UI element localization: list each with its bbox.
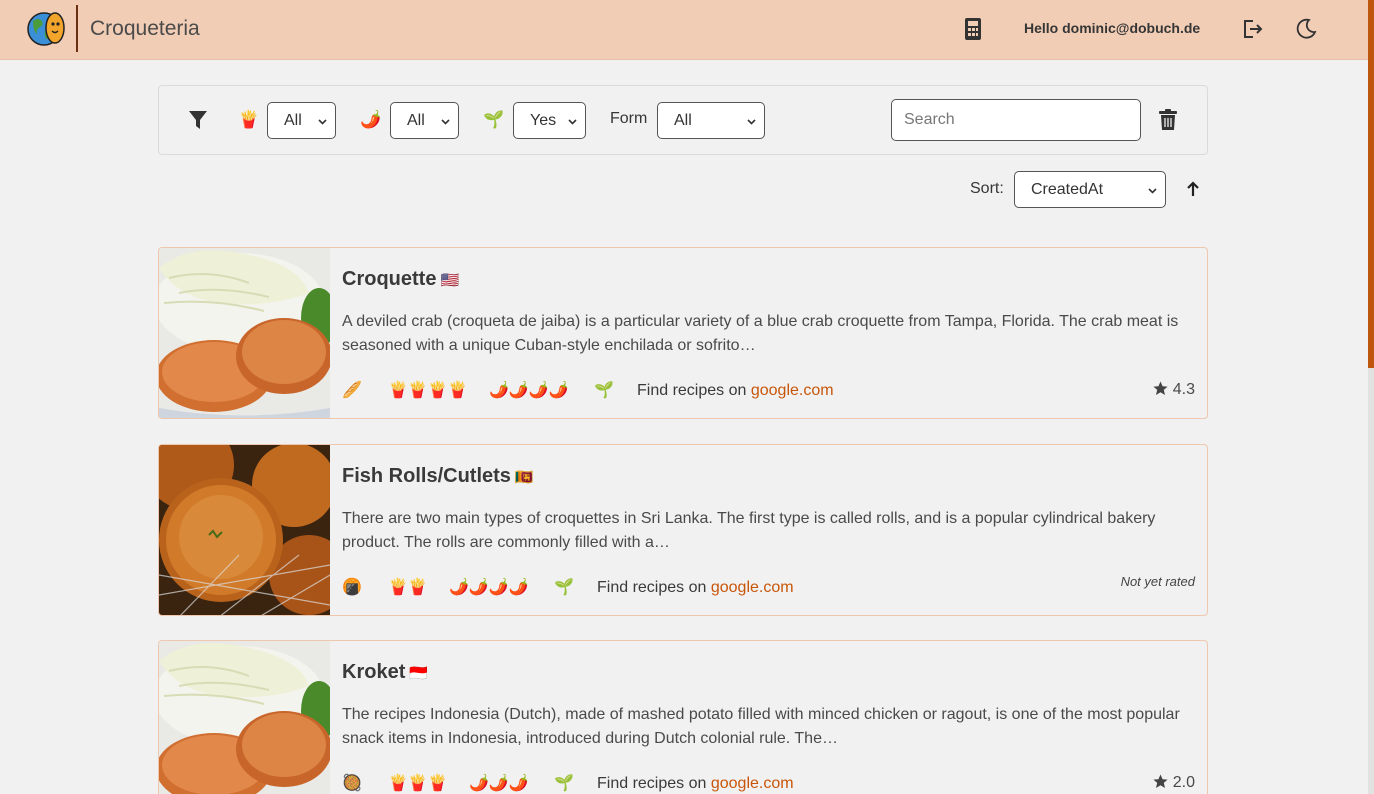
fries-rating: 🍟🍟 xyxy=(388,579,428,596)
spice-rating: 🌶️🌶️🌶️ xyxy=(469,775,529,792)
sort-label: Sort: xyxy=(970,180,1004,197)
veggie-filter-icon: 🌱 xyxy=(483,110,505,129)
rating-value: 4.3 xyxy=(1172,381,1195,398)
brand-divider xyxy=(76,5,78,52)
recipe-prefix: Find recipes on xyxy=(637,382,747,399)
fish-rolls-card[interactable]: Fish Rolls/Cutlets 🇱🇰 There are two main … xyxy=(158,444,1208,616)
recipe-search: Find recipes on google.com xyxy=(597,577,794,599)
dark-mode-moon-icon[interactable] xyxy=(1294,17,1318,41)
card-title[interactable]: Kroket 🇮🇩 xyxy=(342,661,428,684)
not-yet-rated-label: Not yet rated xyxy=(1120,574,1195,589)
indonesia-flag-icon: 🇮🇩 xyxy=(409,665,429,682)
chevron-down-icon xyxy=(318,119,327,125)
card-title-text: Fish Rolls/Cutlets xyxy=(342,465,511,487)
recipe-prefix: Find recipes on xyxy=(597,579,707,596)
croquette-photo xyxy=(159,248,330,418)
veggie-select[interactable]: Yes xyxy=(513,102,586,139)
card-title-text: Kroket xyxy=(342,661,406,683)
spice-select-value: All xyxy=(407,112,425,129)
card-rating: 2.0 xyxy=(1153,774,1195,792)
app-title[interactable]: Croqueteria xyxy=(90,17,200,41)
us-flag-icon: 🇺🇸 xyxy=(440,272,460,289)
globe-logo-icon[interactable] xyxy=(27,11,65,47)
filter-funnel-icon[interactable] xyxy=(188,109,208,131)
card-description: The recipes Indonesia (Dutch), made of m… xyxy=(342,706,1180,747)
search-input[interactable]: Search xyxy=(891,99,1141,141)
veggie-select-value: Yes xyxy=(530,112,557,129)
google-recipe-link[interactable]: google.com xyxy=(711,579,794,596)
chevron-down-icon xyxy=(568,119,577,125)
star-icon xyxy=(1153,774,1168,788)
sort-select-value: CreatedAt xyxy=(1031,181,1104,198)
card-title-text: Croquette xyxy=(342,268,437,290)
chevron-down-icon xyxy=(1148,188,1157,194)
chevron-down-icon xyxy=(441,119,450,125)
form-select-value: All xyxy=(674,112,692,129)
search-placeholder: Search xyxy=(904,111,955,128)
card-title[interactable]: Croquette 🇺🇸 xyxy=(342,268,459,291)
star-icon xyxy=(1153,381,1168,395)
recipe-prefix: Find recipes on xyxy=(597,775,707,792)
navbar: Croqueteria Hello dominic@dobuch.de xyxy=(0,0,1368,60)
clear-filters-trash-icon[interactable] xyxy=(1158,109,1178,131)
user-greeting[interactable]: Hello dominic@dobuch.de xyxy=(1024,20,1200,36)
card-rating: 4.3 xyxy=(1153,381,1195,399)
rating-value: 2.0 xyxy=(1172,774,1195,791)
scrollbar-thumb[interactable] xyxy=(1368,0,1374,368)
form-select[interactable]: All xyxy=(657,102,765,139)
sort-select[interactable]: CreatedAt xyxy=(1014,171,1166,208)
recipe-search: Find recipes on google.com xyxy=(637,380,834,402)
spice-rating: 🌶️🌶️🌶️🌶️ xyxy=(489,382,569,399)
recipe-search: Find recipes on google.com xyxy=(597,773,794,794)
google-recipe-link[interactable]: google.com xyxy=(751,382,834,399)
chevron-down-icon xyxy=(747,119,756,125)
fries-rating: 🍟🍟🍟 xyxy=(388,775,448,792)
logout-icon[interactable] xyxy=(1241,17,1263,41)
fries-select[interactable]: All xyxy=(267,102,336,139)
card-title[interactable]: Fish Rolls/Cutlets 🇱🇰 xyxy=(342,465,534,488)
spice-filter-icon: 🌶️ xyxy=(360,110,382,129)
veggie-icon: 🌱 xyxy=(594,382,614,399)
baguette-form-icon: 🥖 xyxy=(342,382,362,399)
kroket-photo xyxy=(159,641,330,794)
google-recipe-link[interactable]: google.com xyxy=(711,775,794,792)
form-filter-label: Form xyxy=(610,110,648,127)
calculator-icon[interactable] xyxy=(962,17,984,41)
spice-rating: 🌶️🌶️🌶️🌶️ xyxy=(449,579,529,596)
fries-filter-icon: 🍟 xyxy=(238,110,260,129)
sort-direction-arrow-up-icon[interactable] xyxy=(1185,180,1201,198)
spice-select[interactable]: All xyxy=(390,102,459,139)
veggie-icon: 🌱 xyxy=(554,579,574,596)
card-description: There are two main types of croquettes i… xyxy=(342,510,1156,551)
pan-form-icon: 🥘 xyxy=(342,775,362,792)
card-description: A deviled crab (croqueta de jaiba) is a … xyxy=(342,313,1179,354)
kroket-card[interactable]: Kroket 🇮🇩 The recipes Indonesia (Dutch), … xyxy=(158,640,1208,794)
fish-rolls-photo xyxy=(159,445,330,615)
fries-select-value: All xyxy=(284,112,302,129)
veggie-icon: 🌱 xyxy=(554,775,574,792)
rice-cracker-form-icon: 🍘 xyxy=(342,579,362,596)
sri-lanka-flag-icon: 🇱🇰 xyxy=(514,469,534,486)
fries-rating: 🍟🍟🍟🍟 xyxy=(388,382,468,399)
croquette-card[interactable]: Croquette 🇺🇸 A deviled crab (croqueta de … xyxy=(158,247,1208,419)
